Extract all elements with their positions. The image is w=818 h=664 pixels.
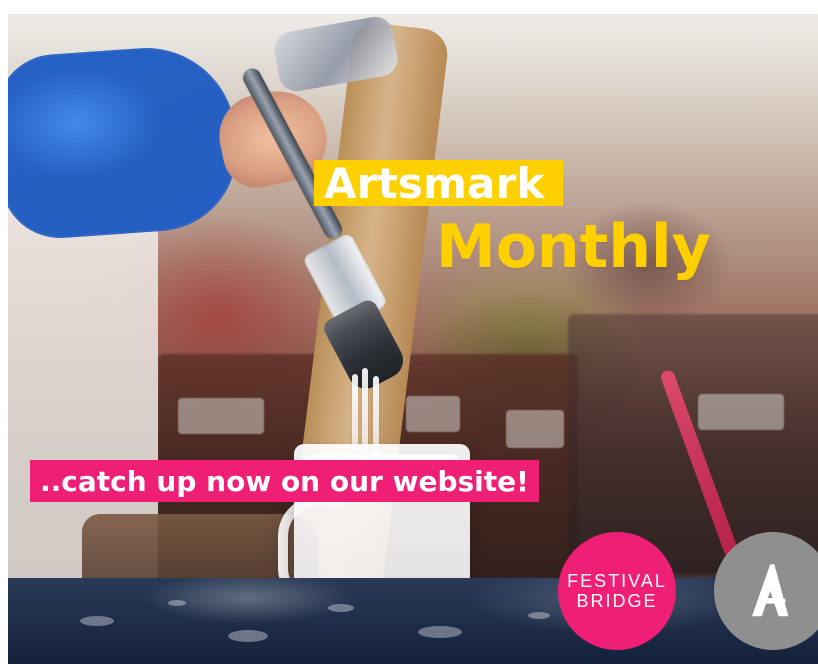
festival-bridge-logo: FESTIVAL BRIDGE bbox=[558, 532, 676, 650]
paint-drip bbox=[352, 374, 358, 452]
bridge-text: BRIDGE bbox=[576, 591, 658, 611]
shelf-label bbox=[406, 396, 460, 432]
background-photo bbox=[8, 14, 818, 664]
paint-spatters bbox=[8, 578, 818, 664]
headline-artsmark: Artsmark bbox=[314, 158, 563, 208]
headline-monthly: Monthly bbox=[436, 212, 711, 282]
a-logo-mark bbox=[752, 564, 789, 617]
blue-sleeve bbox=[8, 41, 243, 243]
shelf-label bbox=[698, 394, 784, 430]
shelf-label bbox=[506, 410, 564, 448]
shelf-label bbox=[178, 398, 264, 434]
headline-monthly-text: Monthly bbox=[436, 212, 711, 282]
artsmark-monthly-card: Artsmark Monthly ..catch up now on our w… bbox=[0, 0, 818, 664]
cta-text: ..catch up now on our website! bbox=[40, 464, 529, 498]
festival-text: FESTIVAL bbox=[567, 571, 667, 591]
cta-banner: ..catch up now on our website! bbox=[30, 460, 539, 502]
headline-artsmark-text: Artsmark bbox=[324, 158, 545, 208]
